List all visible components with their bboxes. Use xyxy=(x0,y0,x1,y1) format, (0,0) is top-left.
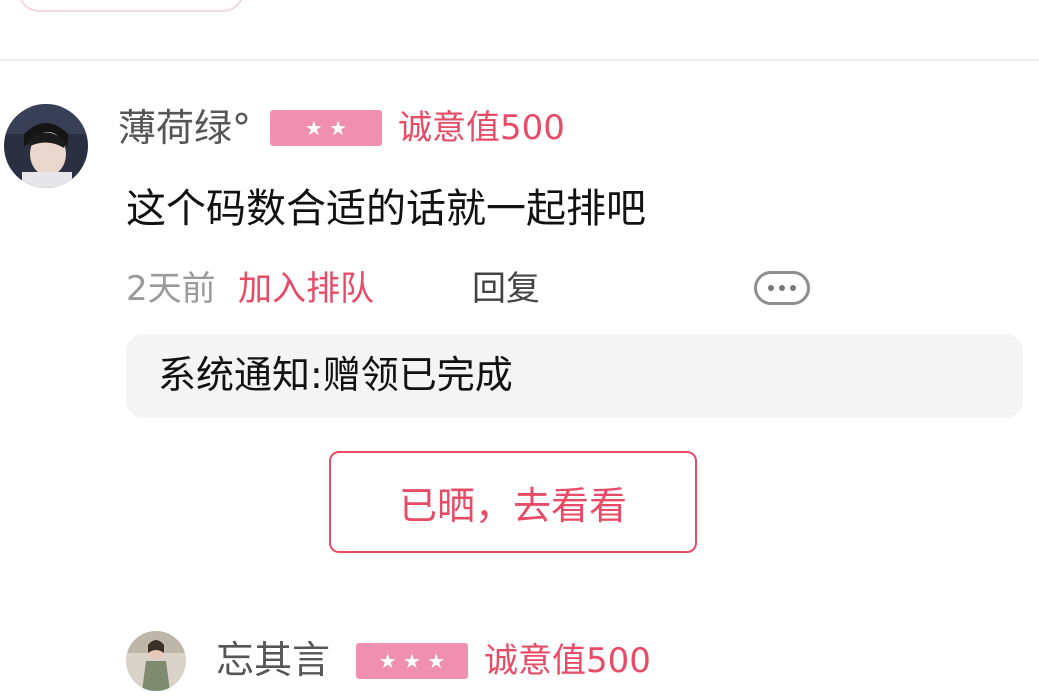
sincerity-value: 诚意值500 xyxy=(484,641,651,681)
star-level-badge: ★ ★ ★ xyxy=(356,643,468,679)
avatar[interactable] xyxy=(4,104,88,188)
dot xyxy=(790,285,796,291)
username[interactable]: 忘其言 xyxy=(216,638,330,682)
avatar[interactable] xyxy=(126,631,186,691)
dot xyxy=(779,285,785,291)
join-queue-link[interactable]: 加入排队 xyxy=(238,269,374,309)
reply-link[interactable]: 回复 xyxy=(472,269,540,309)
dot xyxy=(768,285,774,291)
view-share-button-label: 已晒，去看看 xyxy=(398,483,627,528)
sincerity-value: 诚意值500 xyxy=(398,108,565,148)
section-divider xyxy=(0,59,1039,61)
more-dots-icon[interactable] xyxy=(754,271,810,305)
star-level-badge: ★ ★ xyxy=(270,110,382,146)
top-pill-button[interactable] xyxy=(18,0,244,12)
comment-time: 2天前 xyxy=(126,269,216,309)
comment-text: 这个码数合适的话就一起排吧 xyxy=(126,186,646,232)
star-rating: ★ ★ xyxy=(304,116,348,140)
star-rating: ★ ★ ★ xyxy=(378,649,446,673)
system-notice-text: 系统通知:赠领已完成 xyxy=(158,353,513,397)
view-share-button[interactable]: 已晒，去看看 xyxy=(329,451,697,553)
username[interactable]: 薄荷绿° xyxy=(118,106,251,150)
